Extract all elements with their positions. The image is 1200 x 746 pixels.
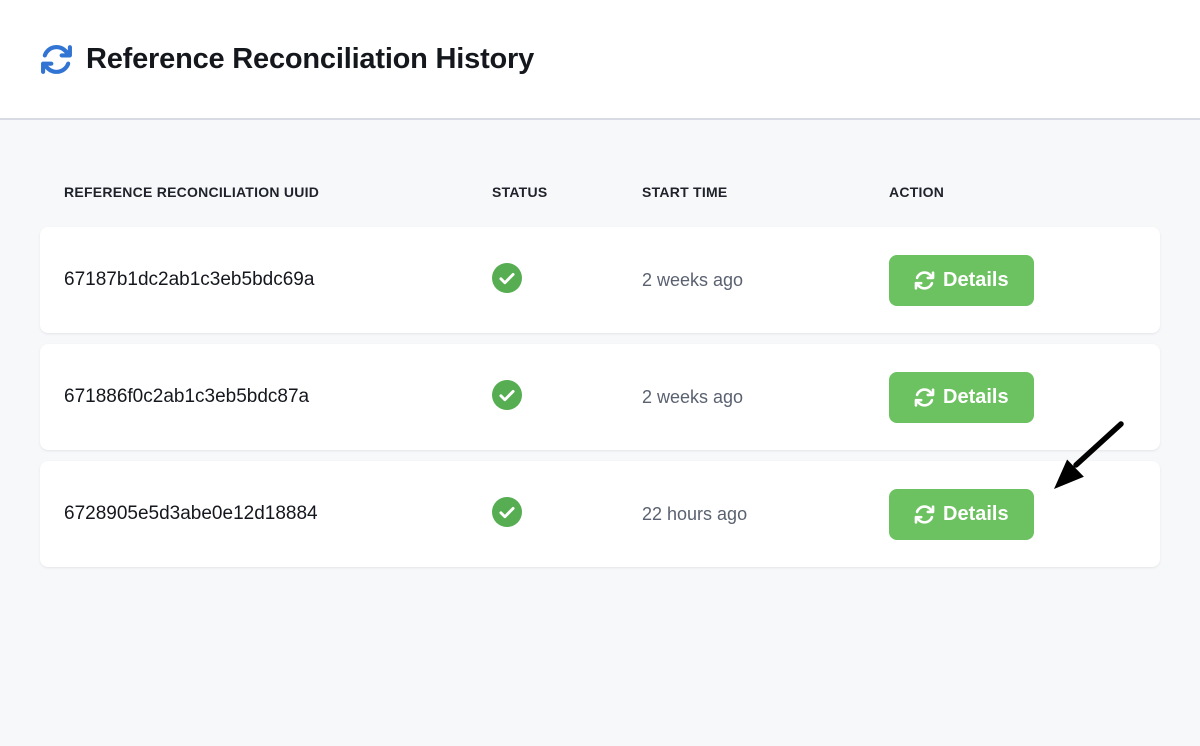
row-start-time: 2 weeks ago bbox=[642, 387, 889, 408]
column-header-action: ACTION bbox=[889, 184, 1160, 200]
table-header-row: REFERENCE RECONCILIATION UUID STATUS STA… bbox=[40, 184, 1160, 200]
sync-icon bbox=[914, 387, 935, 408]
row-status bbox=[492, 380, 642, 415]
details-button[interactable]: Details bbox=[889, 489, 1034, 540]
column-header-start-time: START TIME bbox=[642, 184, 889, 200]
sync-icon bbox=[40, 43, 73, 76]
table-row: 6728905e5d3abe0e12d18884 22 hours ago De… bbox=[40, 461, 1160, 567]
row-action: Details bbox=[889, 255, 1160, 306]
table-row: 67187b1dc2ab1c3eb5bdc69a 2 weeks ago Det… bbox=[40, 227, 1160, 333]
check-circle-icon bbox=[492, 497, 522, 527]
reconciliation-history-list: REFERENCE RECONCILIATION UUID STATUS STA… bbox=[40, 120, 1160, 567]
sync-icon bbox=[914, 270, 935, 291]
check-circle-icon bbox=[492, 380, 522, 410]
row-uuid: 67187b1dc2ab1c3eb5bdc69a bbox=[64, 269, 492, 291]
sync-icon bbox=[914, 504, 935, 525]
table-row: 671886f0c2ab1c3eb5bdc87a 2 weeks ago Det… bbox=[40, 344, 1160, 450]
row-action: Details bbox=[889, 489, 1160, 540]
row-uuid: 6728905e5d3abe0e12d18884 bbox=[64, 503, 492, 525]
details-button-label: Details bbox=[943, 503, 1009, 526]
row-action: Details bbox=[889, 372, 1160, 423]
row-uuid: 671886f0c2ab1c3eb5bdc87a bbox=[64, 386, 492, 408]
column-header-uuid: REFERENCE RECONCILIATION UUID bbox=[64, 184, 492, 200]
column-header-status: STATUS bbox=[492, 184, 642, 200]
row-start-time: 22 hours ago bbox=[642, 504, 889, 525]
row-status bbox=[492, 497, 642, 532]
details-button[interactable]: Details bbox=[889, 255, 1034, 306]
row-start-time: 2 weeks ago bbox=[642, 270, 889, 291]
details-button-label: Details bbox=[943, 386, 1009, 409]
page-title: Reference Reconciliation History bbox=[86, 43, 534, 76]
details-button[interactable]: Details bbox=[889, 372, 1034, 423]
page-header: Reference Reconciliation History bbox=[0, 0, 1200, 120]
details-button-label: Details bbox=[943, 269, 1009, 292]
row-status bbox=[492, 263, 642, 298]
check-circle-icon bbox=[492, 263, 522, 293]
